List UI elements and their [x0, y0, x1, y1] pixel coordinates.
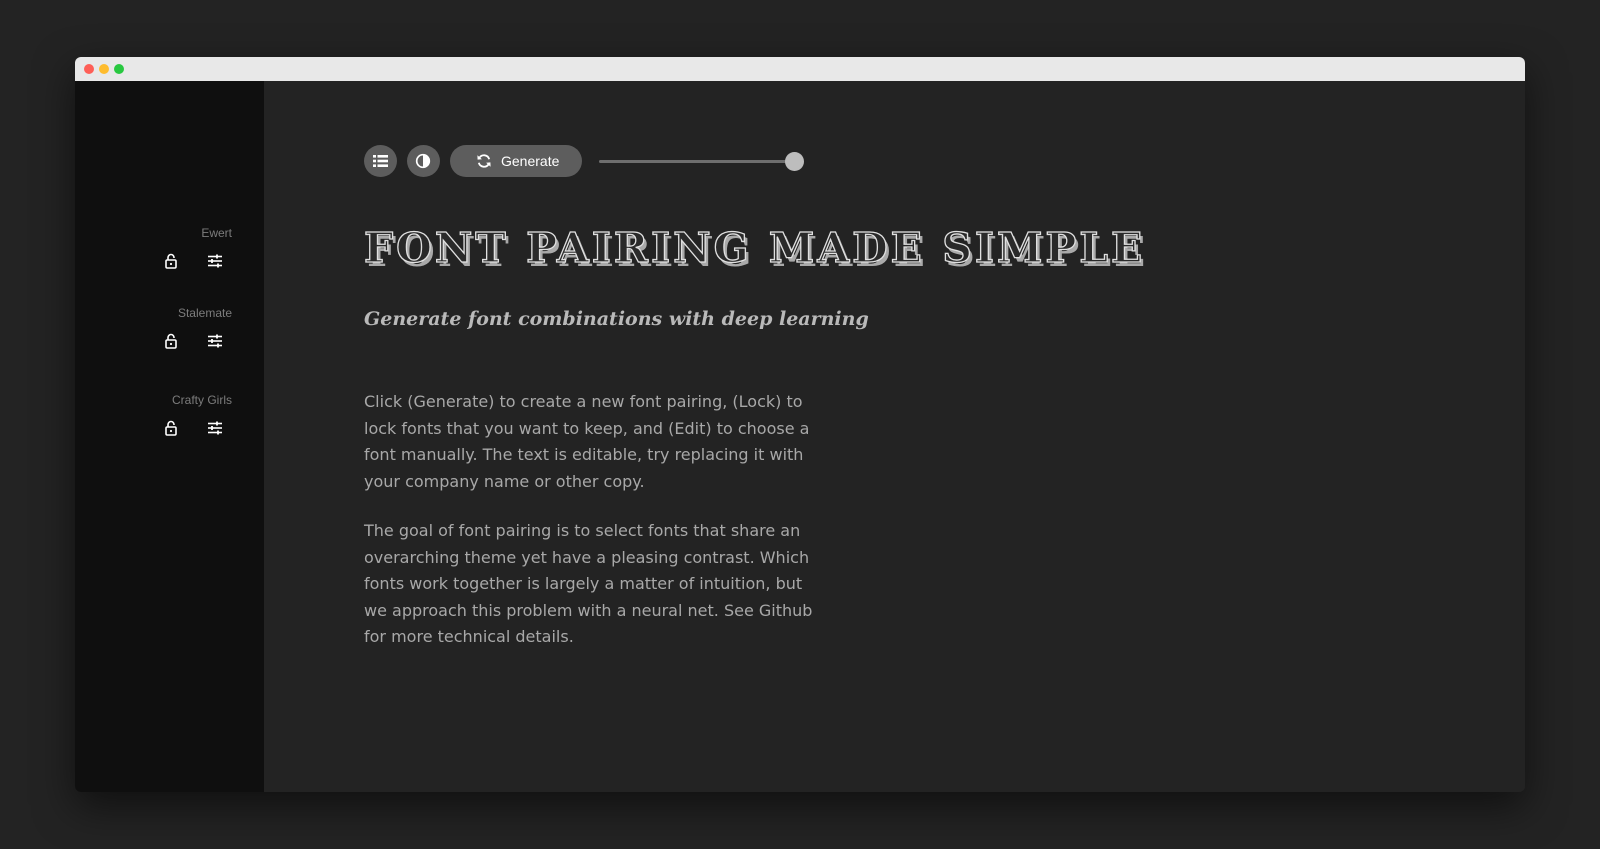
- font-name-label: Ewert: [201, 226, 232, 240]
- preview-area: Generate FONT PAIRING MADE SIMPLE Genera…: [264, 81, 1525, 792]
- window-titlebar: [75, 57, 1525, 81]
- font-controls: [162, 332, 232, 350]
- minimize-window-button[interactable]: [99, 64, 109, 74]
- browser-window: Ewert Stalemate Crafty Girls Generate FO…: [75, 57, 1525, 792]
- font-slot-body: Crafty Girls: [82, 393, 232, 436]
- maximize-window-button[interactable]: [114, 64, 124, 74]
- lock-open-icon[interactable]: [162, 332, 180, 350]
- page-subheadline[interactable]: Generate font combinations with deep lea…: [364, 303, 869, 335]
- font-slot-subheading: Stalemate: [82, 306, 232, 349]
- font-slot-heading: Ewert: [82, 226, 232, 269]
- body-paragraph[interactable]: The goal of font pairing is to select fo…: [364, 518, 814, 651]
- slider-fill: [599, 160, 794, 163]
- font-controls: [162, 252, 232, 270]
- generate-label: Generate: [501, 153, 560, 169]
- lock-open-icon[interactable]: [162, 419, 180, 437]
- font-size-slider[interactable]: [599, 152, 804, 171]
- theme-toggle-button[interactable]: [407, 145, 440, 177]
- sliders-icon[interactable]: [206, 332, 224, 350]
- page-headline[interactable]: FONT PAIRING MADE SIMPLE: [363, 223, 1145, 272]
- close-window-button[interactable]: [84, 64, 94, 74]
- sliders-icon[interactable]: [206, 419, 224, 437]
- font-sidebar: Ewert Stalemate Crafty Girls: [75, 81, 264, 792]
- font-name-label: Crafty Girls: [172, 393, 232, 407]
- lock-open-icon[interactable]: [162, 252, 180, 270]
- body-paragraph[interactable]: Click (Generate) to create a new font pa…: [364, 389, 814, 495]
- sliders-icon[interactable]: [206, 252, 224, 270]
- list-button[interactable]: [364, 145, 397, 177]
- slider-thumb[interactable]: [784, 152, 804, 171]
- generate-button[interactable]: Generate: [450, 145, 582, 177]
- font-controls: [162, 419, 232, 437]
- font-name-label: Stalemate: [177, 306, 232, 320]
